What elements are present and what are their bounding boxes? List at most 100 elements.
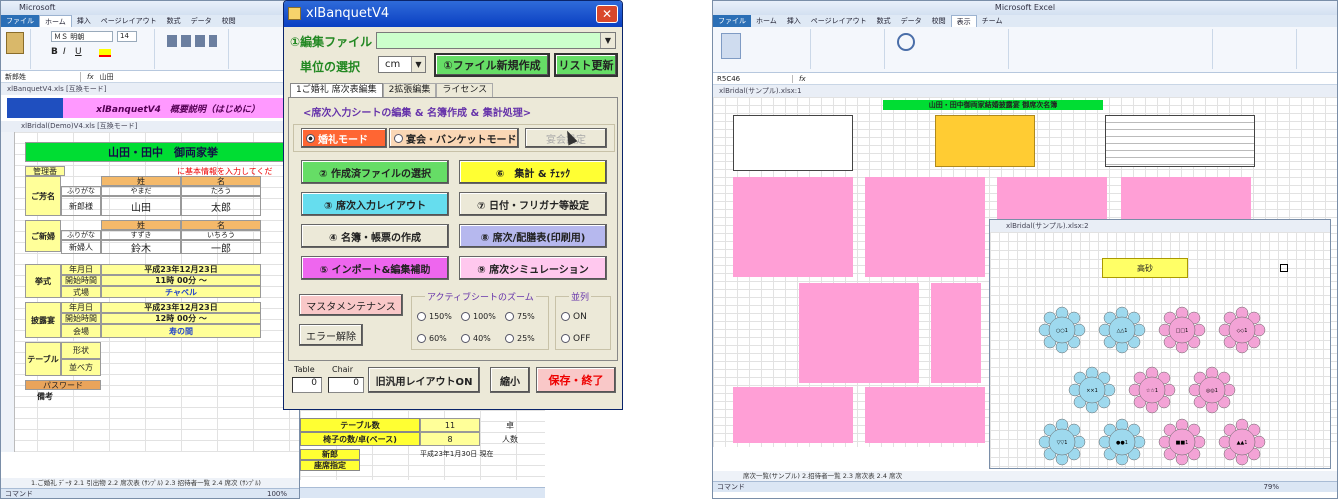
r-tab-view[interactable]: 表示 [950, 15, 977, 27]
unit-chevron-icon[interactable]: ▼ [411, 57, 425, 72]
r-zoom[interactable]: 79% [1263, 482, 1279, 493]
left-zoom[interactable]: 100% [267, 489, 287, 498]
file-select[interactable]: ▼ [376, 32, 616, 49]
underline-icon[interactable]: U [75, 47, 82, 57]
tab-page-layout[interactable]: ページレイアウト [96, 15, 162, 27]
formula-input[interactable]: 山田 [100, 72, 114, 82]
aggregate-check-button[interactable]: ⑥ 集計 & ﾁｪｯｸ [459, 160, 607, 184]
time1[interactable]: 11時 00分 ～ [101, 275, 261, 286]
round-table[interactable]: □□1 [1158, 306, 1206, 354]
right-ribbon-tabs: ファイル ホーム 挿入 ページレイアウト 数式 データ 校閲 表示 チーム [713, 15, 1337, 27]
r-tab-page-layout[interactable]: ページレイアウト [806, 15, 872, 27]
keijo-label: 形状 [61, 342, 101, 359]
tab-data[interactable]: データ [186, 15, 217, 27]
tab-formulas[interactable]: 数式 [162, 15, 186, 27]
name-box[interactable]: 新郎姓 [1, 71, 81, 82]
time2[interactable]: 12時 00分 ～ [101, 313, 261, 324]
r-sheet-tabs[interactable]: 席次一覧(サンプル) 2.招待者一覧 2.3 席次表 2.4 席次 [713, 471, 1337, 481]
hall[interactable]: 寿の間 [101, 324, 261, 338]
error-clear-button[interactable]: エラー解除 [299, 324, 363, 346]
macro-group [1217, 29, 1297, 69]
seat-print-button[interactable]: ⑧ 席次/配膳表(印刷用) [459, 224, 607, 248]
round-table[interactable]: ○○1 [1038, 306, 1086, 354]
fill-color-icon[interactable] [99, 49, 111, 57]
mode2-label: 宴会・バンケットモード [406, 134, 517, 146]
table-count-value[interactable]: 11 [420, 418, 480, 432]
chair-count-box[interactable]: 0 [328, 377, 364, 393]
r-tab-team[interactable]: チーム [977, 15, 1008, 27]
import-edit-button[interactable]: ⑤ インポート&編集補助 [301, 256, 449, 280]
r-tab-review[interactable]: 校閲 [927, 15, 951, 27]
round-table[interactable]: ▲▲1 [1218, 418, 1266, 466]
shrink-button[interactable]: 縮小 [490, 367, 530, 393]
font-size-box[interactable]: 14 [117, 31, 137, 42]
tab-edit[interactable]: 1ご婚礼 席次表編集 [290, 83, 383, 97]
unit-select[interactable]: cm ▼ [378, 56, 426, 73]
bold-icon[interactable]: B [51, 47, 58, 57]
zoom-150-radio[interactable]: 150% [417, 312, 452, 321]
round-table[interactable]: ☆☆1 [1128, 366, 1176, 414]
old-layout-button[interactable]: 旧汎用レイアウトON [368, 367, 480, 393]
r-tab-insert[interactable]: 挿入 [782, 15, 806, 27]
refresh-list-button[interactable]: リスト更新 [554, 53, 618, 77]
tab-license[interactable]: ライセンス [436, 83, 494, 97]
seat-simulation-button[interactable]: ⑨ 席次シミュレーション [459, 256, 607, 280]
tab-file[interactable]: ファイル [1, 15, 39, 27]
taro-field[interactable]: 太郎 [181, 196, 261, 216]
save-exit-button[interactable]: 保存・終了 [536, 367, 616, 393]
round-table[interactable]: ◇◇1 [1218, 306, 1266, 354]
close-icon[interactable]: ✕ [596, 5, 618, 23]
tab-insert[interactable]: 挿入 [72, 15, 96, 27]
chapel[interactable]: チャペル [101, 286, 261, 298]
round-table[interactable]: ●●1 [1098, 418, 1146, 466]
radio-icon [461, 312, 470, 321]
new-file-button[interactable]: ①ファイル新規作成 [434, 53, 550, 77]
r-tab-formulas[interactable]: 数式 [872, 15, 896, 27]
banquet-mode-radio[interactable]: 宴会・バンケットモード [389, 128, 519, 148]
date1[interactable]: 平成23年12月23日 [101, 264, 261, 275]
zoom-25-radio[interactable]: 25% [505, 334, 535, 343]
r-tab-home[interactable]: ホーム [751, 15, 782, 27]
round-table[interactable]: △△1 [1098, 306, 1146, 354]
suzuki-field[interactable]: 鈴木 [101, 240, 181, 254]
italic-icon[interactable]: I [63, 47, 66, 57]
order-off-radio[interactable]: OFF [561, 334, 590, 344]
zoom-60-radio[interactable]: 60% [417, 334, 447, 343]
left-sheet-tabs[interactable]: 1.ご婚礼 ﾃﾞｰﾀ 2.1 引出物 2.2 席次表 (ｻﾝﾌﾟﾙ) 2.3 招… [1, 478, 299, 488]
order-on-radio[interactable]: ON [561, 312, 587, 322]
zoom-40-radio[interactable]: 40% [461, 334, 491, 343]
date-furigana-button[interactable]: ⑦ 日付・フリガナ等設定 [459, 192, 607, 216]
zoom-75-radio[interactable]: 75% [505, 312, 535, 321]
select-file-button[interactable]: ② 作成済ファイルの選択 [301, 160, 449, 184]
chair-value[interactable]: 8 [420, 432, 480, 446]
normal-view-icon[interactable] [721, 33, 741, 59]
unit-value: cm [385, 59, 401, 70]
round-table[interactable]: ◎◎1 [1188, 366, 1236, 414]
align-icon[interactable] [167, 35, 217, 47]
tab-extended[interactable]: 2拡張編集 [382, 83, 437, 97]
zoom-100-radio[interactable]: 100% [461, 312, 496, 321]
seat-input-layout-button[interactable]: ③ 席次入力レイアウト [301, 192, 449, 216]
wedding-mode-radio[interactable]: 婚礼モード [301, 128, 387, 148]
taro-kana: たろう [181, 186, 261, 196]
date2[interactable]: 平成23年12月23日 [101, 302, 261, 313]
paste-icon[interactable] [6, 32, 24, 54]
r-tab-data[interactable]: データ [896, 15, 927, 27]
zoom-icon[interactable] [897, 33, 915, 51]
round-table[interactable]: ■■1 [1158, 418, 1206, 466]
master-maintenance-button[interactable]: マスタメンテナンス [299, 294, 403, 316]
round-table[interactable]: ××1 [1068, 366, 1116, 414]
roster-report-button[interactable]: ④ 名簿・帳票の作成 [301, 224, 449, 248]
tab-review[interactable]: 校閲 [217, 15, 241, 27]
font-name-box[interactable]: ＭＳ 明朝 [51, 31, 113, 42]
ichiro-field[interactable]: 一郎 [181, 240, 261, 254]
table-count-box[interactable]: 0 [292, 377, 322, 393]
tab-home[interactable]: ホーム [39, 15, 72, 27]
r-name-box[interactable]: R5C46 [713, 74, 793, 83]
hiroen-label: 披露宴 [25, 302, 61, 338]
chevron-down-icon[interactable]: ▼ [600, 33, 615, 48]
round-table[interactable]: ▽▽1 [1038, 418, 1086, 466]
left-status-bar: コマンド 100% [1, 488, 299, 498]
yamada-field[interactable]: 山田 [101, 196, 181, 216]
r-tab-file[interactable]: ファイル [713, 15, 751, 27]
